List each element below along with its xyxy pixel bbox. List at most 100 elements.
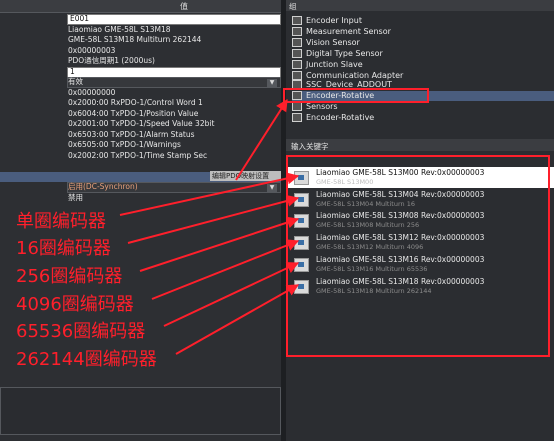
device-name: Liaomiao GME-58L S13M04 Rev:0x00000003 <box>316 190 485 199</box>
property-value: 0x2002:00 TxPDO-1/Time Stamp Sec <box>68 150 208 160</box>
group-folder-icon <box>292 71 302 80</box>
property-value: Liaomiao GME-58L S13M18 <box>68 24 171 34</box>
properties-header: 值 <box>0 0 281 13</box>
group-label: Measurement Sensor <box>306 27 391 36</box>
property-row: 0x00000000 <box>0 88 281 98</box>
annotation-4096-turn: 4096圈编码器 <box>16 294 134 315</box>
keyword-search-header[interactable]: 输入关键字 <box>286 139 554 151</box>
device-name: Liaomiao GME-58L S13M12 Rev:0x00000003 <box>316 233 485 242</box>
device-description: GME-58L S13M16 Multiturn 65536 <box>316 265 428 273</box>
property-row: 0x2001:00 TxPDO-1/Speed Value 32bit <box>0 119 281 129</box>
property-edit-field[interactable] <box>67 66 281 78</box>
edit-pdo-mapping-button[interactable]: 编辑PDO映射设置 <box>210 171 281 181</box>
device-description: GME-58L S13M12 Multiturn 4096 <box>316 243 424 251</box>
property-value: 0x6505:00 TxPDO-1/Warnings <box>68 140 181 149</box>
device-item-s13m18[interactable]: Liaomiao GME-58L S13M18 Rev:0x00000003 GM… <box>287 276 554 297</box>
property-row: 0x6505:00 TxPDO-1/Warnings <box>0 140 281 150</box>
group-label: Encoder-Rotative <box>306 91 375 100</box>
group-label: Sensors <box>306 102 338 111</box>
group-folder-icon <box>292 49 302 58</box>
annotation-65536-turn: 65536圈编码器 <box>16 321 146 342</box>
annotation-256-turn: 256圈编码器 <box>16 266 123 287</box>
property-row: 0x2000:00 RxPDO-1/Control Word 1 <box>0 98 281 108</box>
property-value: 0x6004:00 TxPDO-1/Position Value <box>68 108 199 118</box>
annotation-16-turn: 16圈编码器 <box>16 238 111 259</box>
device-item-s13m00[interactable]: Liaomiao GME-58L S13M00 Rev:0x00000003 GM… <box>287 167 554 188</box>
group-label: Encoder-Rotative <box>306 113 375 122</box>
group-encoder-input[interactable]: Encoder Input <box>292 16 554 26</box>
keyword-label: 输入关键字 <box>291 142 329 151</box>
property-row: PDO通信周期1 (2000us) <box>0 56 281 66</box>
device-name: Liaomiao GME-58L S13M08 Rev:0x00000003 <box>316 211 485 220</box>
property-value: 0x6503:00 TxPDO-1/Alarm Status <box>68 129 195 139</box>
property-value: E001 <box>70 14 90 23</box>
device-icon <box>294 236 309 250</box>
property-value: 0x00000000 <box>68 87 116 97</box>
group-encoder-rotative-2[interactable]: Encoder-Rotative <box>292 113 554 123</box>
device-item-s13m16[interactable]: Liaomiao GME-58L S13M16 Rev:0x00000003 GM… <box>287 254 554 275</box>
device-name: Liaomiao GME-58L S13M18 Rev:0x00000003 <box>316 277 485 286</box>
property-row[interactable]: ▼ 启用(DC-Synchron) <box>0 182 281 193</box>
property-edit-field[interactable] <box>67 14 281 25</box>
property-value: 0x2001:00 TxPDO-1/Speed Value 32bit <box>68 119 215 128</box>
device-description: GME-58L S13M18 Multiturn 262144 <box>316 287 432 295</box>
device-name: Liaomiao GME-58L S13M00 Rev:0x00000003 <box>316 168 485 177</box>
property-value: GME-58L S13M18 Multiturn 262144 <box>68 35 202 44</box>
annotation-262144-turn: 262144圈编码器 <box>16 349 157 370</box>
group-label: Junction Slave <box>306 60 363 69</box>
group-folder-icon <box>292 113 302 122</box>
group-label: Digital Type Sensor <box>306 49 383 58</box>
device-icon <box>294 280 309 294</box>
group-folder-icon <box>292 102 302 111</box>
property-row: 0x00000003 <box>0 46 281 56</box>
group-sensors[interactable]: Sensors <box>292 102 554 112</box>
description-box <box>0 387 281 435</box>
group-label: Encoder Input <box>306 16 362 25</box>
device-icon <box>294 214 309 228</box>
device-description: GME-58L S13M08 Multiturn 256 <box>316 221 420 229</box>
device-icon <box>294 193 309 207</box>
property-value: 禁用 <box>68 192 83 202</box>
groups-header: 组 <box>286 0 554 11</box>
groups-header-label: 组 <box>289 2 297 11</box>
annotation-single-turn: 单圈编码器 <box>16 211 106 232</box>
group-folder-icon <box>292 91 302 100</box>
group-label: Vision Sensor <box>306 38 360 47</box>
property-row[interactable]: E001 <box>0 14 281 25</box>
device-item-s13m12[interactable]: Liaomiao GME-58L S13M12 Rev:0x00000003 GM… <box>287 232 554 253</box>
group-encoder-rotative[interactable]: Encoder-Rotative <box>292 91 554 101</box>
device-item-s13m08[interactable]: Liaomiao GME-58L S13M08 Rev:0x00000003 GM… <box>287 210 554 231</box>
property-row: 禁用 <box>0 193 281 203</box>
group-measurement-sensor[interactable]: Measurement Sensor <box>292 27 554 37</box>
device-item-s13m04[interactable]: Liaomiao GME-58L S13M04 Rev:0x00000003 GM… <box>287 189 554 210</box>
group-folder-icon <box>292 60 302 69</box>
group-label: SSC_Device_ADDOUT <box>306 80 392 89</box>
property-row[interactable]: ▼ 有效 <box>0 77 281 88</box>
group-digital-type-sensor[interactable]: Digital Type Sensor <box>292 49 554 59</box>
value-column-header: 值 <box>180 2 188 11</box>
device-description: GME-58L S13M00 <box>316 178 374 186</box>
property-row: 0x6004:00 TxPDO-1/Position Value <box>0 109 281 119</box>
device-name: Liaomiao GME-58L S13M16 Rev:0x00000003 <box>316 255 485 264</box>
property-value: 0x2000:00 RxPDO-1/Control Word 1 <box>68 98 203 107</box>
property-row[interactable]: 1 <box>0 66 281 78</box>
property-row: GME-58L S13M18 Multiturn 262144 <box>0 35 281 45</box>
property-row: Liaomiao GME-58L S13M18 <box>0 25 281 35</box>
property-row: 0x2002:00 TxPDO-1/Time Stamp Sec <box>0 151 281 161</box>
group-label: Communication Adapter <box>306 71 404 80</box>
group-ssc-device-addout[interactable]: SSC_Device_ADDOUT <box>292 80 554 89</box>
group-vision-sensor[interactable]: Vision Sensor <box>292 38 554 48</box>
device-icon <box>294 258 309 272</box>
group-junction-slave[interactable]: Junction Slave <box>292 60 554 70</box>
property-row <box>0 161 281 171</box>
group-folder-icon <box>292 27 302 36</box>
device-icon <box>294 171 309 185</box>
property-value: 0x00000003 <box>68 45 116 55</box>
group-folder-icon <box>292 38 302 47</box>
group-folder-icon <box>292 80 302 89</box>
chevron-down-icon[interactable]: ▼ <box>267 79 277 87</box>
group-folder-icon <box>292 16 302 25</box>
property-dropdown[interactable]: ▼ <box>67 77 281 88</box>
property-value: 有效 <box>68 77 83 86</box>
chevron-down-icon[interactable]: ▼ <box>267 184 277 192</box>
